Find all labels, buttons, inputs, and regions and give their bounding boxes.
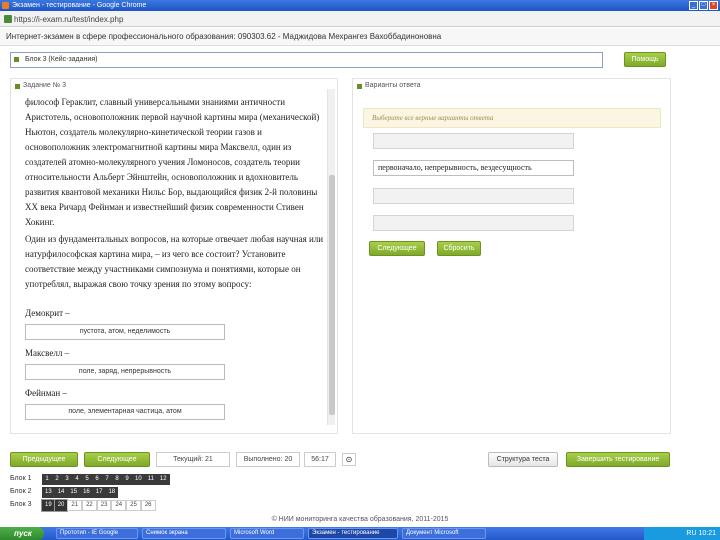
taskbar-item[interactable]: Экзамен - тестирование <box>308 528 398 539</box>
question-link[interactable]: 2 <box>52 474 62 485</box>
close-icon[interactable]: × <box>709 1 718 10</box>
taskbar-item[interactable]: Снимок экрана <box>142 528 226 539</box>
question-strip: 1 2 3 4 5 6 7 8 9 10 11 12 <box>42 474 170 485</box>
exam-header-text: Интернет-экзамен в сфере профессионально… <box>6 32 442 41</box>
window-controls: _ □ × <box>689 1 718 10</box>
block-name: Блок 1 <box>10 475 32 482</box>
answer-panel-title: Варианты ответа <box>357 82 421 89</box>
question-link[interactable]: 16 <box>80 487 93 498</box>
question-link[interactable]: 1 <box>42 474 52 485</box>
reset-button[interactable]: Сбросить <box>437 241 481 256</box>
question-link[interactable]: 23 <box>96 500 112 511</box>
next-answer-button[interactable]: Следующее <box>369 241 425 256</box>
clock-icon[interactable]: ⊙ <box>342 453 356 466</box>
answer-marker-icon <box>357 84 362 89</box>
site-lock-icon <box>4 15 12 23</box>
question-link[interactable]: 21 <box>67 500 83 511</box>
help-button[interactable]: Помощь <box>624 52 666 67</box>
question-link[interactable]: 10 <box>132 474 145 485</box>
question-strip: 19 20 21 22 23 24 25 26 <box>41 499 156 512</box>
question-link[interactable]: 12 <box>156 474 170 485</box>
task-marker-icon <box>15 84 20 89</box>
taskbar-item[interactable]: Microsoft Word <box>230 528 304 539</box>
block-name: Блок 3 <box>10 501 32 508</box>
finish-test-button[interactable]: Завершить тестирование <box>566 452 670 467</box>
answer-slot[interactable] <box>373 188 574 204</box>
minimize-icon[interactable]: _ <box>689 1 698 10</box>
browser-titlebar: Экзамен - тестирование - Google Chrome _… <box>0 0 720 11</box>
block-row: Блок 1 1 2 3 4 5 6 7 8 9 10 11 12 <box>10 474 240 487</box>
url-field[interactable]: https://i-exam.ru/test/index.php <box>4 14 244 25</box>
answer-slot[interactable]: первоначало, непрерывность, вездесущност… <box>373 160 574 176</box>
task-scrollbar[interactable] <box>327 89 335 425</box>
question-link[interactable]: 18 <box>105 487 119 498</box>
question-blocks: Блок 1 1 2 3 4 5 6 7 8 9 10 11 12 Блок 2… <box>10 474 240 513</box>
question-link[interactable]: 19 <box>41 499 56 512</box>
answer-hint: Выберите все верные варианты ответа <box>363 108 661 128</box>
question-strip: 13 14 15 16 17 18 <box>42 487 119 498</box>
question-link[interactable]: 5 <box>82 474 92 485</box>
question-link[interactable]: 11 <box>144 474 157 485</box>
block-row: Блок 3 19 20 21 22 23 24 25 26 <box>10 499 240 513</box>
match-label: Максвелл – <box>25 348 70 358</box>
task-text-area: философ Гераклит, славный универсальными… <box>25 95 325 425</box>
address-bar: https://i-exam.ru/test/index.php <box>0 11 720 27</box>
taskbar-item[interactable]: Прототип - IE Google <box>56 528 138 539</box>
prev-question-button[interactable]: Предыдущее <box>10 452 78 467</box>
start-button[interactable]: пуск <box>0 527 44 540</box>
footer-copyright: © НИИ мониторинга качества образования, … <box>271 516 449 523</box>
match-answer-box[interactable]: поле, элементарная частица, атом <box>25 404 225 420</box>
question-link[interactable]: 13 <box>42 487 55 498</box>
block-marker-icon <box>14 57 19 62</box>
structure-button[interactable]: Структура теста <box>488 452 558 467</box>
time-display: 56:17 <box>304 452 336 467</box>
question-link[interactable]: 25 <box>126 500 141 511</box>
question-link[interactable]: 6 <box>92 474 102 485</box>
task-panel: Задание № 3 философ Гераклит, славный ун… <box>10 78 338 434</box>
question-link[interactable]: 20 <box>53 499 69 512</box>
block-row: Блок 2 13 14 15 16 17 18 <box>10 487 240 500</box>
answer-title-text: Варианты ответа <box>365 82 421 89</box>
question-link[interactable]: 8 <box>112 474 122 485</box>
url-text: https://i-exam.ru/test/index.php <box>14 15 124 24</box>
question-link[interactable]: 14 <box>54 487 68 498</box>
question-link[interactable]: 7 <box>102 474 112 485</box>
block-field[interactable]: Блок 3 (Кейс-задания) <box>10 52 603 68</box>
question-link[interactable]: 17 <box>92 487 106 498</box>
question-link[interactable]: 15 <box>67 487 81 498</box>
browser-app-icon <box>2 2 9 9</box>
bottom-navigation: Предыдущее Следующее Текущий: 21 Выполне… <box>0 452 720 470</box>
answer-slot[interactable] <box>373 133 574 149</box>
task-paragraph: Один из фундаментальных вопросов, на кот… <box>25 234 324 289</box>
question-link[interactable]: 22 <box>82 500 97 511</box>
question-link[interactable]: 3 <box>62 474 72 485</box>
block-name: Блок 2 <box>10 488 32 495</box>
exam-header: Интернет-экзамен в сфере профессионально… <box>0 28 720 46</box>
answer-panel: Варианты ответа Выберите все верные вари… <box>352 78 671 434</box>
task-paragraph: философ Гераклит, славный универсальными… <box>25 97 320 227</box>
answered-counter: Выполнено: 20 <box>236 452 300 467</box>
question-link[interactable]: 26 <box>140 500 156 511</box>
match-answer-box[interactable]: поле, заряд, непрерывность <box>25 364 225 380</box>
system-tray: RU 10:21 <box>644 527 720 540</box>
match-answer-box[interactable]: пустота, атом, неделимость <box>25 324 225 340</box>
browser-title: Экзамен - тестирование - Google Chrome <box>12 2 147 9</box>
maximize-icon[interactable]: □ <box>699 1 708 10</box>
question-link[interactable]: 9 <box>122 474 132 485</box>
question-link[interactable]: 24 <box>111 500 127 511</box>
block-field-value: Блок 3 (Кейс-задания) <box>25 56 98 63</box>
question-link[interactable]: 4 <box>72 474 82 485</box>
task-title-text: Задание № 3 <box>23 82 67 89</box>
taskbar-item[interactable]: Документ Microsoft <box>402 528 486 539</box>
match-label: Фейнман – <box>25 388 67 398</box>
next-question-button[interactable]: Следующее <box>84 452 150 467</box>
scrollbar-thumb[interactable] <box>329 175 335 415</box>
answer-slot[interactable] <box>373 215 574 231</box>
windows-taskbar: пуск Прототип - IE Google Снимок экрана … <box>0 527 720 540</box>
current-counter: Текущий: 21 <box>156 452 230 467</box>
match-label: Демокрит – <box>25 308 70 318</box>
task-panel-title: Задание № 3 <box>15 82 66 89</box>
